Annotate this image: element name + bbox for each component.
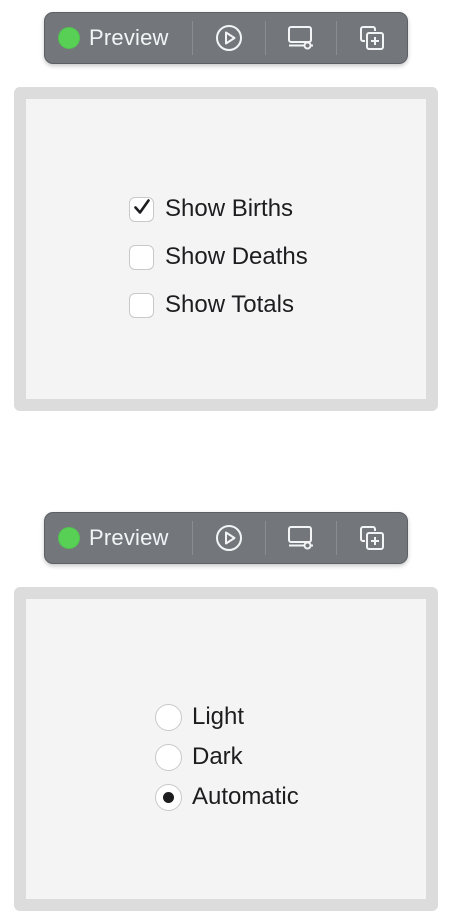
preview-label: Preview [89, 525, 169, 550]
checkbox-group: Show Births Show Deaths Show Totals [129, 185, 308, 329]
device-settings-button[interactable] [266, 513, 336, 563]
show-births-checkbox[interactable]: Show Births [129, 185, 308, 233]
live-preview-button[interactable]: Preview [45, 513, 192, 563]
radio-label: Light [192, 703, 245, 730]
radio-button[interactable] [155, 703, 182, 731]
play-button[interactable] [193, 513, 265, 563]
checkbox-label: Show Totals [165, 291, 294, 318]
checkbox-checked[interactable] [129, 196, 154, 222]
device-settings-icon [286, 524, 316, 552]
show-totals-checkbox[interactable]: Show Totals [129, 281, 308, 329]
duplicate-preview-button[interactable] [337, 513, 407, 563]
play-circle-icon [215, 524, 243, 552]
play-circle-icon [215, 24, 243, 52]
show-deaths-checkbox[interactable]: Show Deaths [129, 233, 308, 281]
preview-label: Preview [89, 25, 169, 50]
radio-group: Light Dark Automatic [155, 697, 299, 817]
device-settings-icon [286, 24, 316, 52]
radio-label: Automatic [192, 783, 299, 810]
duplicate-icon [358, 524, 386, 552]
preview-toolbar: Preview [44, 12, 408, 64]
status-dot-icon [58, 527, 80, 549]
radio-dot-icon [163, 791, 174, 803]
light-radio[interactable]: Light [155, 697, 299, 737]
dark-radio[interactable]: Dark [155, 737, 299, 777]
checkbox-label: Show Deaths [165, 243, 308, 270]
preview-canvas: Light Dark Automatic [14, 587, 438, 911]
live-preview-button[interactable]: Preview [45, 13, 192, 63]
checkbox-unchecked[interactable] [129, 292, 154, 318]
checkbox-label: Show Births [165, 195, 294, 222]
status-dot-icon [58, 27, 80, 49]
radio-label: Dark [192, 743, 243, 770]
duplicate-icon [358, 24, 386, 52]
radio-button[interactable] [155, 743, 182, 771]
preview-toolbar: Preview [44, 512, 408, 564]
automatic-radio[interactable]: Automatic [155, 777, 299, 817]
preview-canvas: Show Births Show Deaths Show Totals [14, 87, 438, 411]
duplicate-preview-button[interactable] [337, 13, 407, 63]
checkbox-unchecked[interactable] [129, 244, 154, 270]
device-settings-button[interactable] [266, 13, 336, 63]
radio-button-selected[interactable] [155, 783, 182, 811]
checkmark-icon [132, 197, 152, 222]
play-button[interactable] [193, 13, 265, 63]
